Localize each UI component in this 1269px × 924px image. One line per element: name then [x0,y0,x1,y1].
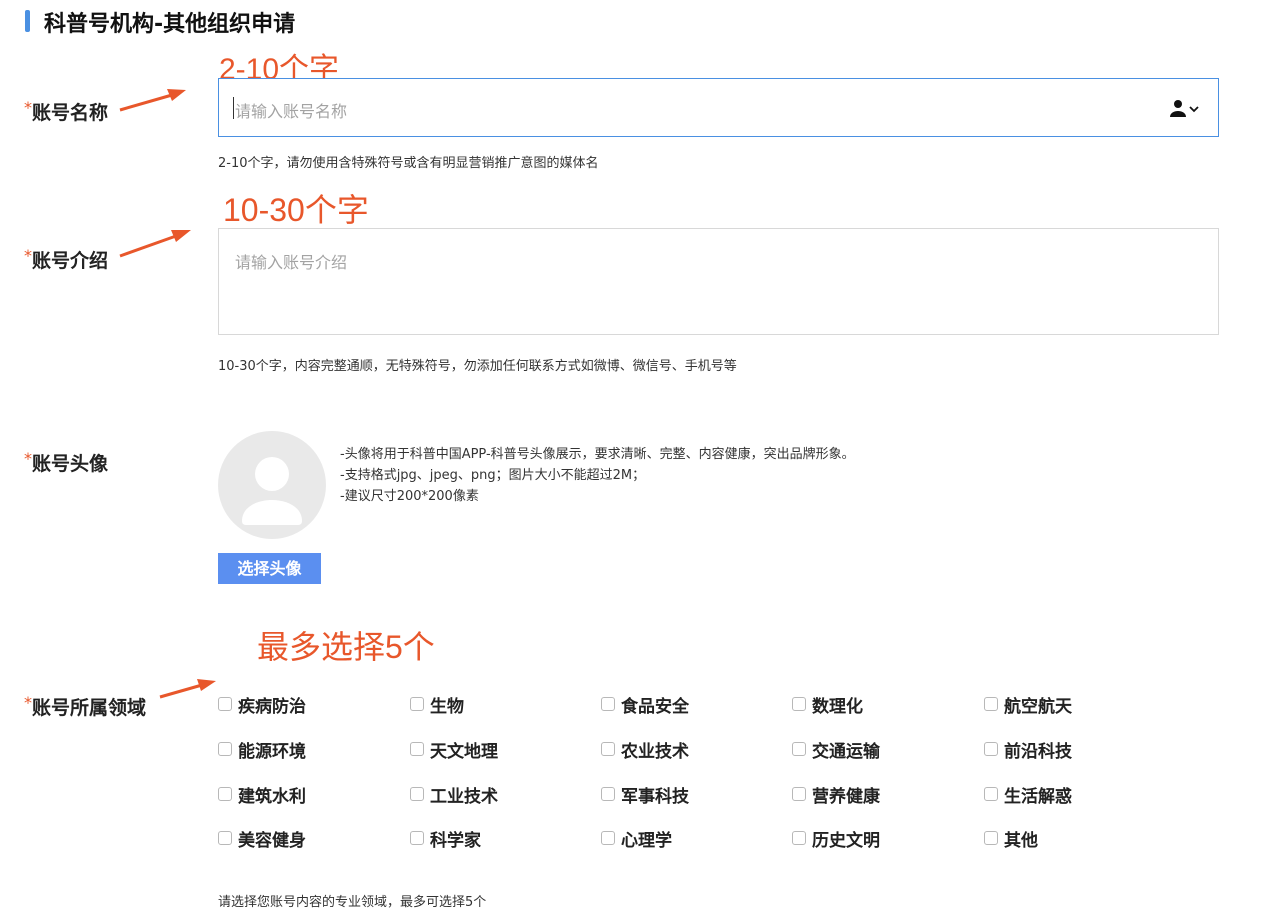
checkbox-label: 心理学 [621,830,672,851]
checkbox-box[interactable] [601,742,615,756]
textarea-placeholder: 请输入账号介绍 [235,253,348,272]
arrow-icon [119,230,191,258]
intro-hint: 10-30个字，内容完整通顺，无特殊符号，勿添加任何联系方式如微博、微信号、手机… [218,359,737,374]
domain-checkbox[interactable]: 美容健身 [218,826,306,851]
checkbox-box[interactable] [410,787,424,801]
name-hint: 2-10个字，请勿使用含特殊符号或含有明显营销推广意图的媒体名 [218,156,599,171]
checkbox-label: 科学家 [430,830,481,851]
checkbox-box[interactable] [984,742,998,756]
domain-checkbox[interactable]: 疾病防治 [218,692,306,717]
field-label-domain: *账号所属领域 [24,693,146,720]
checkbox-label: 航空航天 [1004,696,1072,717]
domain-checkbox[interactable]: 天文地理 [410,737,498,762]
checkbox-box[interactable] [218,742,232,756]
label-text: 账号介绍 [32,250,109,272]
domain-checkbox[interactable]: 前沿科技 [984,737,1072,762]
account-name-input[interactable]: 请输入账号名称 [218,78,1219,137]
checkbox-box[interactable] [601,787,615,801]
domain-checkbox[interactable]: 食品安全 [601,692,689,717]
avatar-note: -建议尺寸200*200像素 [340,489,479,504]
checkbox-box[interactable] [218,831,232,845]
checkbox-label: 军事科技 [621,786,689,807]
checkbox-label: 工业技术 [430,786,498,807]
required-mark: * [24,98,32,117]
domain-checkbox[interactable]: 营养健康 [792,782,880,807]
checkbox-box[interactable] [792,831,806,845]
checkbox-box[interactable] [410,742,424,756]
domain-checkbox[interactable]: 农业技术 [601,737,689,762]
person-dropdown-icon[interactable] [1170,99,1200,119]
label-text: 账号名称 [32,102,109,124]
checkbox-box[interactable] [984,831,998,845]
field-label-name: *账号名称 [24,98,108,125]
checkbox-box[interactable] [601,831,615,845]
domain-checkbox[interactable]: 航空航天 [984,692,1072,717]
avatar-note: -头像将用于科普中国APP-科普号头像展示，要求清晰、完整、内容健康，突出品牌形… [340,447,855,462]
required-mark: * [24,693,32,712]
checkbox-box[interactable] [410,697,424,711]
checkbox-label: 生活解惑 [1004,786,1072,807]
domain-checkbox[interactable]: 能源环境 [218,737,306,762]
checkbox-label: 交通运输 [812,741,880,762]
checkbox-box[interactable] [792,787,806,801]
checkbox-label: 建筑水利 [238,786,306,807]
checkbox-box[interactable] [792,742,806,756]
field-label-intro: *账号介绍 [24,246,108,273]
checkbox-label: 农业技术 [621,741,689,762]
domain-checkbox[interactable]: 其他 [984,826,1038,851]
arrow-icon [119,89,186,112]
domain-checkbox[interactable]: 生活解惑 [984,782,1072,807]
text-caret [233,97,234,119]
choose-avatar-button[interactable]: 选择头像 [218,553,321,584]
checkbox-label: 天文地理 [430,741,498,762]
checkbox-label: 生物 [430,696,464,717]
domain-checkbox[interactable]: 建筑水利 [218,782,306,807]
checkbox-label: 前沿科技 [1004,741,1072,762]
avatar-requirements: -头像将用于科普中国APP-科普号头像展示，要求清晰、完整、内容健康，突出品牌形… [340,444,855,507]
checkbox-box[interactable] [410,831,424,845]
checkbox-box[interactable] [792,697,806,711]
required-mark: * [24,246,32,265]
checkbox-box[interactable] [601,697,615,711]
checkbox-box[interactable] [984,697,998,711]
account-intro-textarea[interactable]: 请输入账号介绍 [218,228,1219,335]
checkbox-box[interactable] [984,787,998,801]
field-label-avatar: *账号头像 [24,449,108,476]
default-avatar-icon [242,457,302,525]
checkbox-label: 历史文明 [812,830,880,851]
input-placeholder: 请输入账号名称 [235,102,348,121]
domain-checkbox[interactable]: 心理学 [601,826,672,851]
domain-checkbox[interactable]: 科学家 [410,826,481,851]
checkbox-label: 疾病防治 [238,696,306,717]
domain-checkbox[interactable]: 数理化 [792,692,863,717]
domain-hint: 请选择您账号内容的专业领域，最多可选择5个 [218,895,487,910]
avatar-note: -支持格式jpg、jpeg、png；图片大小不能超过2M； [340,468,646,483]
label-text: 账号头像 [32,453,109,475]
checkbox-label: 食品安全 [621,696,689,717]
checkbox-label: 其他 [1004,830,1038,851]
domain-checkbox[interactable]: 军事科技 [601,782,689,807]
arrow-icon [159,679,216,699]
checkbox-label: 美容健身 [238,830,306,851]
checkbox-box[interactable] [218,787,232,801]
avatar [218,431,326,539]
checkbox-label: 数理化 [812,696,863,717]
required-mark: * [24,449,32,468]
checkbox-label: 营养健康 [812,786,880,807]
checkbox-label: 能源环境 [238,741,306,762]
checkbox-box[interactable] [218,697,232,711]
domain-checkbox[interactable]: 历史文明 [792,826,880,851]
domain-checkbox[interactable]: 工业技术 [410,782,498,807]
domain-checkbox[interactable]: 交通运输 [792,737,880,762]
label-text: 账号所属领域 [32,697,147,719]
domain-checkbox[interactable]: 生物 [410,692,464,717]
